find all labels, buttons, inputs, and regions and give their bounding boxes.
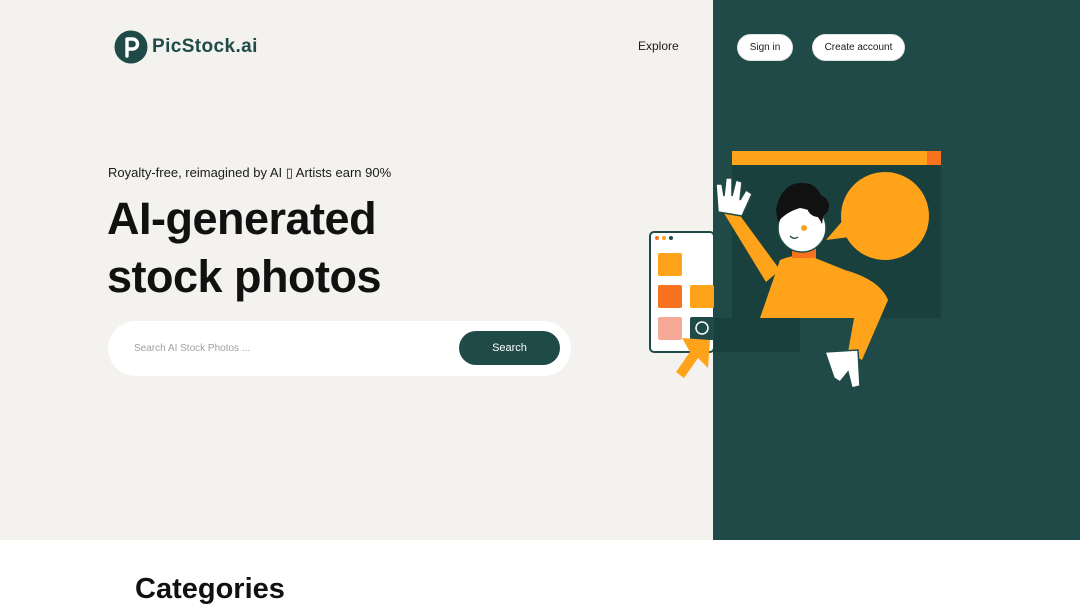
- speech-bubble-icon: [841, 172, 929, 260]
- illustration-window-bar: [732, 151, 941, 165]
- search-input[interactable]: [134, 335, 454, 361]
- hero-tagline: Royalty-free, reimagined by AI ▯ Artists…: [108, 165, 392, 180]
- pointing-hand-icon: [823, 349, 861, 389]
- search-bar: Search: [108, 321, 571, 376]
- headline-line-2: stock photos: [107, 251, 382, 302]
- logo-icon: [114, 30, 148, 64]
- illustration-window-corner: [927, 151, 941, 165]
- search-button[interactable]: Search: [459, 331, 560, 365]
- brand-name: PicStock.ai: [152, 36, 258, 57]
- hero-illustration: [649, 151, 941, 389]
- hero-headline: AI-generated stock photos: [107, 190, 527, 306]
- headline-line-1: AI-generated: [107, 193, 377, 244]
- brand-logo[interactable]: PicStock.ai: [114, 30, 258, 64]
- sign-in-button[interactable]: Sign in: [737, 34, 793, 61]
- nav-explore-link[interactable]: Explore: [638, 39, 679, 53]
- categories-heading: Categories: [135, 573, 285, 605]
- create-account-button[interactable]: Create account: [812, 34, 905, 61]
